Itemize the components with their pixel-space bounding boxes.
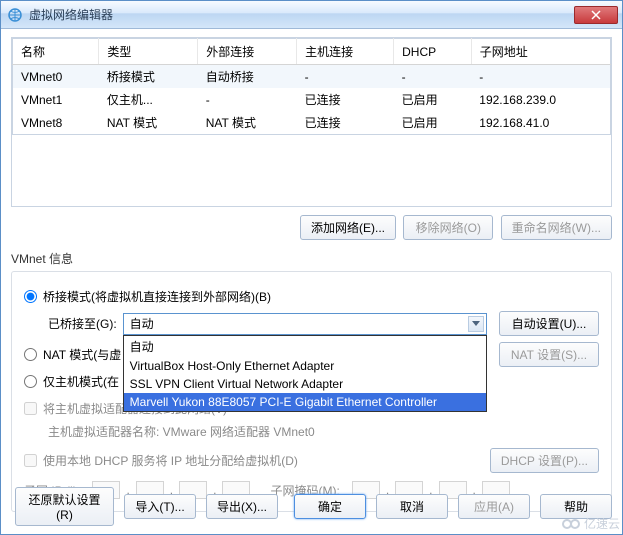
import-button[interactable]: 导入(T)... — [124, 494, 196, 519]
export-button[interactable]: 导出(X)... — [206, 494, 278, 519]
hostonly-label: 仅主机模式(在 — [43, 373, 119, 390]
titlebar: 虚拟网络编辑器 — [1, 1, 622, 29]
footer-buttons: 还原默认设置(R) 导入(T)... 导出(X)... 确定 取消 应用(A) … — [11, 487, 612, 526]
col-type[interactable]: 类型 — [99, 39, 198, 65]
cell-dhcp: 已启用 — [394, 111, 472, 135]
col-dhcp[interactable]: DHCP — [394, 39, 472, 65]
chevron-down-icon[interactable] — [468, 316, 484, 332]
network-table: 名称 类型 外部连接 主机连接 DHCP 子网地址 VMnet0桥接模式自动桥接… — [11, 37, 612, 207]
remove-network-button: 移除网络(O) — [403, 215, 493, 240]
cell-type: NAT 模式 — [99, 111, 198, 135]
restore-defaults-button[interactable]: 还原默认设置(R) — [15, 487, 114, 526]
cell-ext: NAT 模式 — [198, 111, 297, 135]
cell-name: VMnet0 — [13, 65, 99, 89]
combo-dropdown[interactable]: 自动VirtualBox Host-Only Ethernet AdapterS… — [123, 335, 487, 412]
hostonly-radio[interactable] — [24, 375, 37, 388]
col-host[interactable]: 主机连接 — [297, 39, 394, 65]
nat-radio[interactable] — [24, 348, 37, 361]
cell-ext: - — [198, 88, 297, 111]
bridge-adapter-combo[interactable]: 自动 自动VirtualBox Host-Only Ethernet Adapt… — [123, 313, 487, 335]
vmnet-info-label: VMnet 信息 — [11, 250, 612, 267]
app-icon — [7, 7, 23, 23]
cell-name: VMnet1 — [13, 88, 99, 111]
network-buttons: 添加网络(E)... 移除网络(O) 重命名网络(W)... — [11, 215, 612, 240]
watermark-text: 亿速云 — [584, 515, 620, 532]
col-name[interactable]: 名称 — [13, 39, 99, 65]
cell-subnet: - — [471, 65, 610, 89]
apply-button: 应用(A) — [458, 494, 530, 519]
dhcp-check — [24, 454, 37, 467]
bridge-radio-row[interactable]: 桥接模式(将虚拟机直接连接到外部网络)(B) — [24, 288, 599, 305]
watermark: 亿速云 — [562, 515, 620, 532]
rename-network-button: 重命名网络(W)... — [501, 215, 612, 240]
col-ext[interactable]: 外部连接 — [198, 39, 297, 65]
cell-subnet: 192.168.41.0 — [471, 111, 610, 135]
cell-name: VMnet8 — [13, 111, 99, 135]
table-row[interactable]: VMnet0桥接模式自动桥接--- — [13, 65, 611, 89]
cell-subnet: 192.168.239.0 — [471, 88, 610, 111]
dhcp-settings-button: DHCP 设置(P)... — [490, 448, 599, 473]
combo-option[interactable]: Marvell Yukon 88E8057 PCI-E Gigabit Ethe… — [124, 393, 486, 411]
cell-type: 仅主机... — [99, 88, 198, 111]
nat-settings-button: NAT 设置(S)... — [499, 342, 599, 367]
ok-button[interactable]: 确定 — [294, 494, 366, 519]
window: 虚拟网络编辑器 名称 类型 外部连接 主机连接 DHCP 子网地址 VMnet0… — [0, 0, 623, 535]
bridge-label: 桥接模式(将虚拟机直接连接到外部网络)(B) — [43, 288, 271, 305]
col-subnet[interactable]: 子网地址 — [471, 39, 610, 65]
cell-dhcp: - — [394, 65, 472, 89]
dhcp-row: 使用本地 DHCP 服务将 IP 地址分配给虚拟机(D) DHCP 设置(P).… — [24, 448, 599, 473]
cell-dhcp: 已启用 — [394, 88, 472, 111]
combo-box[interactable]: 自动 — [123, 313, 487, 335]
bridge-to-row: 已桥接至(G): 自动 自动VirtualBox Host-Only Ether… — [48, 311, 599, 336]
close-button[interactable] — [574, 6, 618, 24]
close-icon — [591, 10, 601, 20]
table-row[interactable]: VMnet8NAT 模式NAT 模式已连接已启用192.168.41.0 — [13, 111, 611, 135]
cell-host: 已连接 — [297, 111, 394, 135]
add-network-button[interactable]: 添加网络(E)... — [300, 215, 396, 240]
content-area: 名称 类型 外部连接 主机连接 DHCP 子网地址 VMnet0桥接模式自动桥接… — [1, 29, 622, 520]
vmnet-info-group: 桥接模式(将虚拟机直接连接到外部网络)(B) 已桥接至(G): 自动 自动Vir… — [11, 271, 612, 512]
combo-option[interactable]: VirtualBox Host-Only Ethernet Adapter — [124, 357, 486, 375]
cell-host: - — [297, 65, 394, 89]
combo-option[interactable]: SSL VPN Client Virtual Network Adapter — [124, 375, 486, 393]
window-title: 虚拟网络编辑器 — [29, 6, 574, 23]
nat-label: NAT 模式(与虚 — [43, 346, 121, 363]
combo-value: 自动 — [130, 315, 154, 332]
bridge-radio[interactable] — [24, 290, 37, 303]
auto-settings-button[interactable]: 自动设置(U)... — [499, 311, 599, 336]
cancel-button[interactable]: 取消 — [376, 494, 448, 519]
cell-host: 已连接 — [297, 88, 394, 111]
table-row[interactable]: VMnet1仅主机...-已连接已启用192.168.239.0 — [13, 88, 611, 111]
bridge-to-label: 已桥接至(G): — [48, 315, 117, 332]
combo-option[interactable]: 自动 — [124, 336, 486, 357]
cell-type: 桥接模式 — [99, 65, 198, 89]
connect-host-check — [24, 402, 37, 415]
dhcp-label: 使用本地 DHCP 服务将 IP 地址分配给虚拟机(D) — [43, 452, 298, 469]
cell-ext: 自动桥接 — [198, 65, 297, 89]
adapter-name-label: 主机虚拟适配器名称: VMware 网络适配器 VMnet0 — [48, 423, 599, 440]
table-header: 名称 类型 外部连接 主机连接 DHCP 子网地址 — [13, 39, 611, 65]
